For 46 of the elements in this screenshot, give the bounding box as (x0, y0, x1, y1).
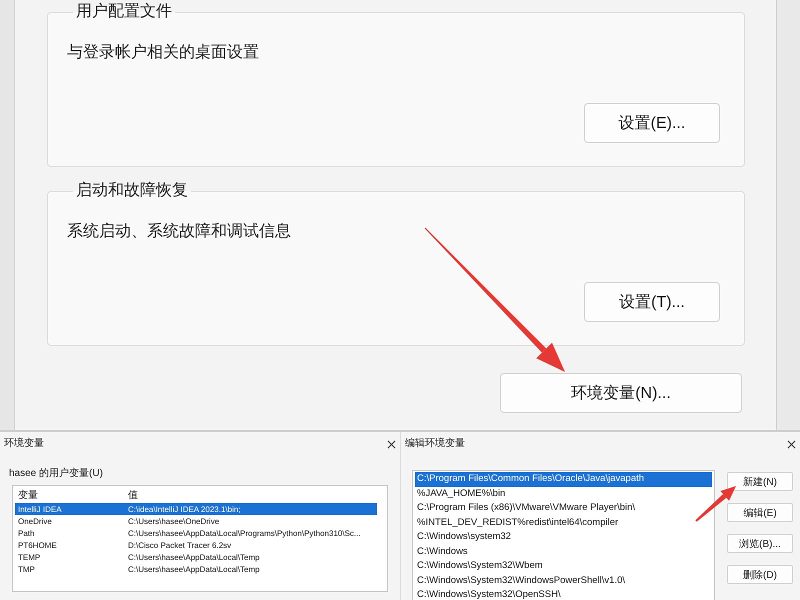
path-item[interactable]: C:\Program Files (x86)\VMware\VMware Player\bin\ (415, 501, 712, 516)
variable-row[interactable]: TEMP C:\Users\hasee\AppData\Local\Temp (15, 551, 377, 563)
dialog-button[interactable]: 新建(N) (727, 472, 793, 491)
variable-row[interactable]: IntelliJ IDEA C:\idea\IntelliJ IDEA 2023.1\bin; (15, 503, 377, 515)
close-icon[interactable] (387, 440, 396, 448)
variable-row[interactable]: Path C:\Users\hasee\AppData\Local\Programs\Python\Python310\Sc... (15, 527, 377, 539)
group-description: 系统启动、系统故障和调试信息 (67, 222, 292, 242)
variable-name: TMP (17, 564, 36, 574)
variable-name: TEMP (17, 552, 42, 562)
variable-row[interactable]: PT6HOME D:\Cisco Packet Tracer 6.2sv (15, 539, 377, 551)
variable-value: C:\Users\hasee\OneDrive (128, 516, 220, 526)
close-icon[interactable] (787, 440, 796, 448)
group-title: 用户配置文件 (75, 3, 173, 21)
variable-value: C:\Users\hasee\AppData\Local\Temp (128, 552, 260, 562)
group-title: 启动和故障恢复 (75, 182, 189, 200)
annotation-arrow (695, 486, 736, 522)
variable-name: Path (17, 528, 36, 538)
variable-value: D:\Cisco Packet Tracer 6.2sv (128, 540, 232, 550)
settings-button[interactable]: 设置(E)... (584, 103, 720, 143)
variable-value: C:\Users\hasee\AppData\Local\Programs\Python\Python310\Sc... (128, 528, 361, 538)
dialog-button[interactable]: 编辑(E) (727, 503, 793, 522)
column-header: 值 (128, 489, 138, 502)
group-description: 与登录帐户相关的桌面设置 (67, 43, 260, 63)
dialog-title: 环境变量 (4, 438, 44, 450)
path-item[interactable]: C:\Program Files\Common Files\Oracle\Java\javapath (415, 472, 712, 486)
variable-name: PT6HOME (17, 540, 58, 550)
path-item[interactable]: C:\Windows\system32 (415, 530, 712, 544)
path-item[interactable]: C:\Windows (415, 544, 712, 559)
path-item[interactable]: %INTEL_DEV_REDIST%redist\intel64\compiler (415, 516, 712, 530)
variable-name: OneDrive (17, 516, 53, 526)
column-header: 变量 (17, 488, 39, 502)
path-item[interactable]: C:\Windows\System32\OpenSSH\ (415, 588, 712, 600)
path-item[interactable]: C:\Windows\System32\Wbem (415, 559, 712, 574)
variable-value: C:\idea\IntelliJ IDEA 2023.1\bin; (128, 504, 241, 514)
path-item[interactable]: C:\Windows\System32\WindowsPowerShell\v1.0\ (415, 574, 712, 588)
variable-row[interactable]: TMP C:\Users\hasee\AppData\Local\Temp (15, 563, 377, 575)
variable-row[interactable]: OneDrive C:\Users\hasee\OneDrive (15, 515, 377, 527)
path-item[interactable]: %JAVA_HOME%\bin (415, 486, 712, 501)
section-label: hasee 的用户变量(U) (9, 468, 104, 480)
dialog-button[interactable]: 删除(D) (727, 565, 793, 584)
environment-variables-button[interactable]: 环境变量(N)... (500, 373, 742, 413)
variable-name: IntelliJ IDEA (17, 504, 63, 514)
variable-value: C:\Users\hasee\AppData\Local\Temp (128, 564, 260, 574)
dialog-title: 编辑环境变量 (405, 438, 465, 450)
settings-button[interactable]: 设置(T)... (584, 282, 720, 322)
dialog-button[interactable]: 浏览(B)... (727, 534, 793, 553)
